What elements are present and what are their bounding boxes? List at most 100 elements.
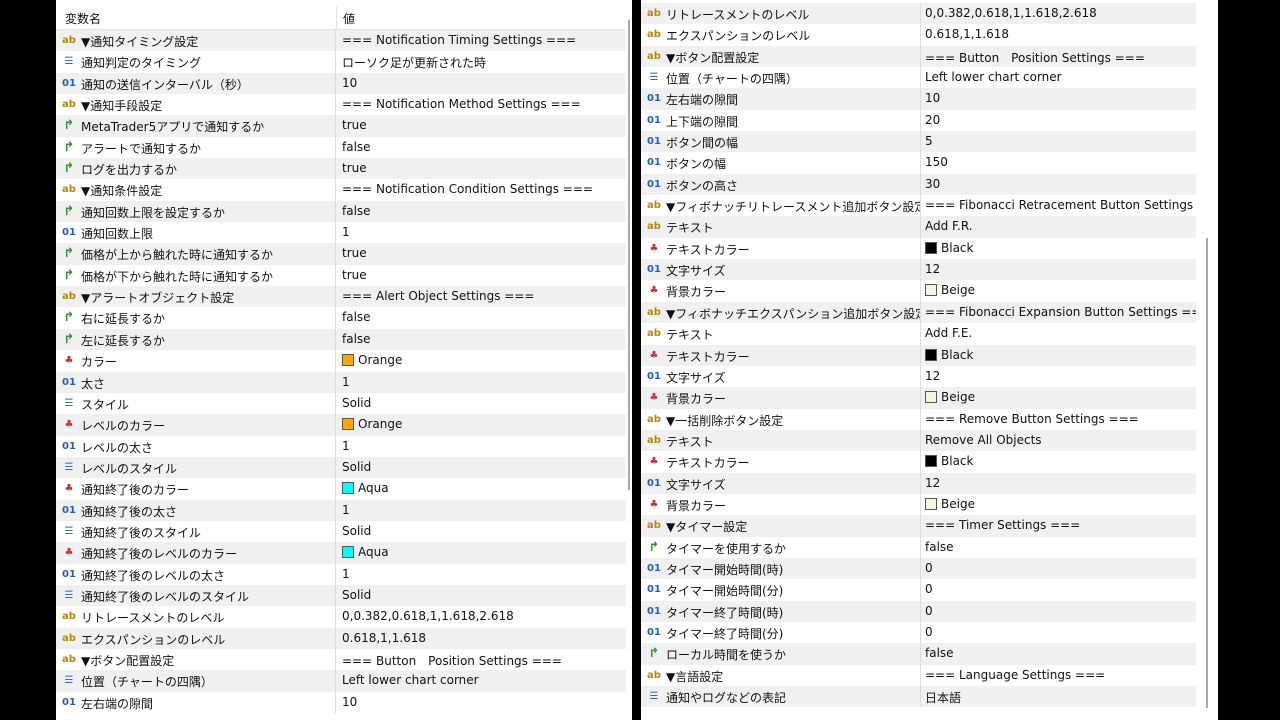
property-row[interactable]: 01 太さ 1 <box>56 371 626 393</box>
property-value-cell[interactable]: === Timer Settings === <box>919 515 1196 536</box>
property-value[interactable]: true <box>342 118 367 132</box>
column-header-value[interactable]: 値 <box>343 10 355 27</box>
column-header-name[interactable]: 変数名 <box>65 10 101 27</box>
property-row[interactable]: 01 左右端の隙間 10 <box>641 88 1196 110</box>
property-value[interactable]: 0 <box>925 604 933 618</box>
right-scrollbar[interactable] <box>1206 238 1208 708</box>
property-row[interactable]: 01 通知回数上限 1 <box>56 222 626 244</box>
property-value-cell[interactable]: 0.618,1,1.618 <box>919 24 1196 45</box>
property-value[interactable]: Solid <box>342 588 371 602</box>
column-divider[interactable] <box>336 6 337 29</box>
property-value-cell[interactable]: 1 <box>336 564 626 585</box>
property-row[interactable]: 01 文字サイズ 12 <box>641 472 1196 494</box>
property-value-cell[interactable]: 1 <box>336 500 626 521</box>
property-row[interactable]: 01 ボタンの幅 150 <box>641 152 1196 174</box>
property-row[interactable]: ab ▼タイマー設定 === Timer Settings === <box>641 515 1196 537</box>
property-row[interactable]: ☰ スタイル Solid <box>56 392 626 415</box>
property-value[interactable]: Solid <box>342 524 371 538</box>
property-value-cell[interactable]: 12 <box>919 366 1196 387</box>
property-row[interactable]: ♣ 背景カラー Beige <box>641 280 1196 302</box>
property-row[interactable]: 01 ボタン間の幅 5 <box>641 131 1196 153</box>
property-value[interactable]: 0,0.382,0.618,1,1.618,2.618 <box>342 609 514 623</box>
property-value[interactable]: Solid <box>342 396 371 410</box>
property-row[interactable]: ab ▼ボタン配置設定 === Button Position Settings =… <box>56 648 626 671</box>
property-value-cell[interactable]: === Notification Condition Settings === <box>336 179 626 200</box>
property-value[interactable]: === Button Position Settings === <box>342 652 562 669</box>
property-value-cell[interactable]: Solid <box>336 457 626 478</box>
color-swatch[interactable] <box>342 546 354 559</box>
color-swatch[interactable] <box>925 497 937 510</box>
property-value[interactable]: Beige <box>941 497 975 511</box>
property-value[interactable]: 10 <box>925 91 940 105</box>
property-value[interactable]: === Remove Button Settings === <box>925 412 1139 426</box>
property-row[interactable]: ☰ レベルのスタイル Solid <box>56 456 626 479</box>
property-row[interactable]: ↱ ローカル時間を使うか false <box>641 643 1196 665</box>
property-value[interactable]: 30 <box>925 177 940 191</box>
property-value-cell[interactable]: 10 <box>919 88 1196 109</box>
property-row[interactable]: ♣ 背景カラー Beige <box>641 493 1196 516</box>
property-row[interactable]: ☰ 通知終了後のスタイル Solid <box>56 520 626 543</box>
left-scrollbar[interactable] <box>628 20 630 490</box>
property-value[interactable]: false <box>925 540 954 554</box>
property-row[interactable]: ↱ 左に延長するか false <box>56 328 626 351</box>
property-row[interactable]: ab ▼一括削除ボタン設定 === Remove Button Settings =… <box>641 408 1196 430</box>
property-value[interactable]: 0 <box>925 561 933 575</box>
property-row[interactable]: ab ▼フィボナッチエクスパンション追加ボタン設定 === Fibonacci Ex… <box>641 301 1196 324</box>
property-value-cell[interactable]: false <box>336 307 626 328</box>
property-value-cell[interactable]: Aqua <box>336 542 626 563</box>
property-value-cell[interactable]: 20 <box>919 110 1196 131</box>
property-value-cell[interactable]: 150 <box>919 152 1196 173</box>
property-value[interactable]: 0 <box>925 625 933 639</box>
property-value[interactable]: 0.618,1,1.618 <box>342 631 426 645</box>
property-row[interactable]: 01 文字サイズ 12 <box>641 365 1196 388</box>
property-row[interactable]: 01 レベルの太さ 1 <box>56 435 626 457</box>
property-value[interactable]: 1 <box>342 439 350 453</box>
property-row[interactable]: 01 文字サイズ 12 <box>641 259 1196 281</box>
property-value-cell[interactable]: 10 <box>336 692 626 713</box>
property-value[interactable]: === Fibonacci Retracement Button Setting… <box>925 198 1196 212</box>
property-value-cell[interactable]: === Notification Timing Settings === <box>336 30 626 51</box>
property-value-cell[interactable]: true <box>336 115 626 136</box>
property-value[interactable]: 1 <box>342 567 350 581</box>
property-row[interactable]: 01 通知終了後の太さ 1 <box>56 499 626 521</box>
property-value[interactable]: 1 <box>342 375 350 389</box>
property-value-cell[interactable]: ローソク足が更新された時 <box>336 51 626 72</box>
property-row[interactable]: ☰ 位置（チャートの四隅） Left lower chart corner <box>56 670 626 692</box>
property-value-cell[interactable]: 12 <box>919 259 1196 280</box>
property-value[interactable]: true <box>342 246 367 260</box>
color-swatch[interactable] <box>925 391 937 404</box>
property-row[interactable]: 01 タイマー終了時間(分) 0 <box>641 621 1196 644</box>
property-value-cell[interactable]: true <box>336 265 626 286</box>
property-value-cell[interactable]: 1 <box>336 372 626 393</box>
property-value[interactable]: 20 <box>925 113 940 127</box>
property-value-cell[interactable]: 0 <box>919 601 1196 622</box>
property-row[interactable]: ↱ ログを出力するか true <box>56 158 626 180</box>
property-value[interactable]: true <box>342 268 367 282</box>
property-value-cell[interactable]: 0 <box>919 622 1196 643</box>
property-value[interactable]: Solid <box>342 460 371 474</box>
property-value-cell[interactable]: true <box>336 243 626 264</box>
property-value-cell[interactable]: Left lower chart corner <box>336 670 626 691</box>
property-row[interactable]: ♣ テキストカラー Black <box>641 344 1196 366</box>
property-value-cell[interactable]: === Button Position Settings === <box>919 46 1196 67</box>
color-swatch[interactable] <box>925 348 937 361</box>
property-row[interactable]: 01 タイマー終了時間(時) 0 <box>641 600 1196 622</box>
property-value[interactable]: 150 <box>925 155 948 169</box>
property-value-cell[interactable]: false <box>919 643 1196 664</box>
property-row[interactable]: ♣ テキストカラー Black <box>641 451 1196 473</box>
color-swatch[interactable] <box>925 284 937 297</box>
property-row[interactable]: ☰ 通知判定のタイミング ローソク足が更新された時 <box>56 51 626 73</box>
property-row[interactable]: ↱ MetaTrader5アプリで通知するか true <box>56 115 626 137</box>
property-row[interactable]: ♣ レベルのカラー Orange <box>56 414 626 436</box>
property-value[interactable]: 12 <box>925 476 940 490</box>
property-value-cell[interactable]: Solid <box>336 521 626 542</box>
property-value[interactable]: Beige <box>941 283 975 297</box>
property-value[interactable]: 1 <box>342 503 350 517</box>
property-value[interactable]: 10 <box>342 695 357 709</box>
property-row[interactable]: ♣ 通知終了後のカラー Aqua <box>56 478 626 500</box>
property-value-cell[interactable]: 1 <box>336 436 626 457</box>
property-value-cell[interactable]: 0 <box>919 579 1196 600</box>
property-row[interactable]: ab テキスト Remove All Objects <box>641 429 1196 452</box>
property-row[interactable]: 01 ボタンの高さ 30 <box>641 173 1196 196</box>
property-value[interactable]: false <box>342 310 371 324</box>
